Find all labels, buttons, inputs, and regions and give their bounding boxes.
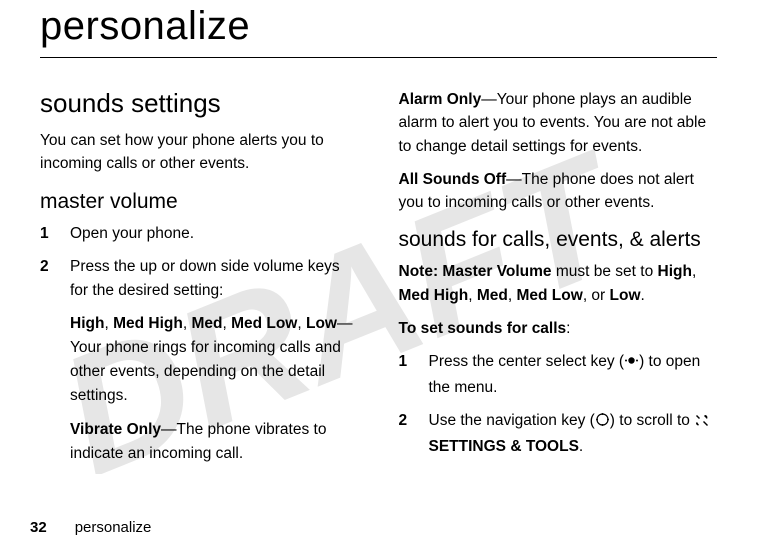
- right-column: Alarm Only—Your phone plays an audible a…: [399, 88, 718, 476]
- vibrate-only-desc: Vibrate Only—The phone vibrates to indic…: [40, 418, 359, 466]
- alarm-only-desc: Alarm Only—Your phone plays an audible a…: [399, 88, 718, 158]
- master-volume-steps: Open your phone. Press the up or down si…: [40, 222, 359, 303]
- left-column: sounds settings You can set how your pho…: [40, 88, 359, 476]
- tools-icon: [694, 411, 710, 435]
- intro-text: You can set how your phone alerts you to…: [40, 129, 359, 176]
- section-sounds-settings: sounds settings: [40, 88, 359, 119]
- note-text: Note: Master Volume must be set to High,…: [399, 260, 718, 307]
- footer-label: personalize: [75, 519, 152, 536]
- subsection-sounds-for-calls: sounds for calls, events, & alerts: [399, 228, 718, 252]
- set-sounds-steps: Press the center select key () to open t…: [399, 350, 718, 459]
- navigation-key-icon: [595, 411, 610, 435]
- subsection-master-volume: master volume: [40, 190, 359, 214]
- step-1: Open your phone.: [40, 222, 359, 246]
- step-1-center-key: Press the center select key () to open t…: [399, 350, 718, 400]
- page-footer: 32 personalize: [30, 519, 151, 536]
- page-number: 32: [30, 519, 47, 536]
- chapter-title: personalize: [40, 4, 717, 58]
- all-sounds-off-desc: All Sounds Off—The phone does not alert …: [399, 168, 718, 215]
- step-2: Press the up or down side volume keys fo…: [40, 255, 359, 303]
- to-set-sounds-label: To set sounds for calls:: [399, 317, 718, 340]
- step-2-nav-key: Use the navigation key () to scroll to S…: [399, 409, 718, 459]
- volume-levels-desc: High, Med High, Med, Med Low, Low—Your p…: [40, 312, 359, 408]
- center-select-key-icon: [624, 352, 639, 376]
